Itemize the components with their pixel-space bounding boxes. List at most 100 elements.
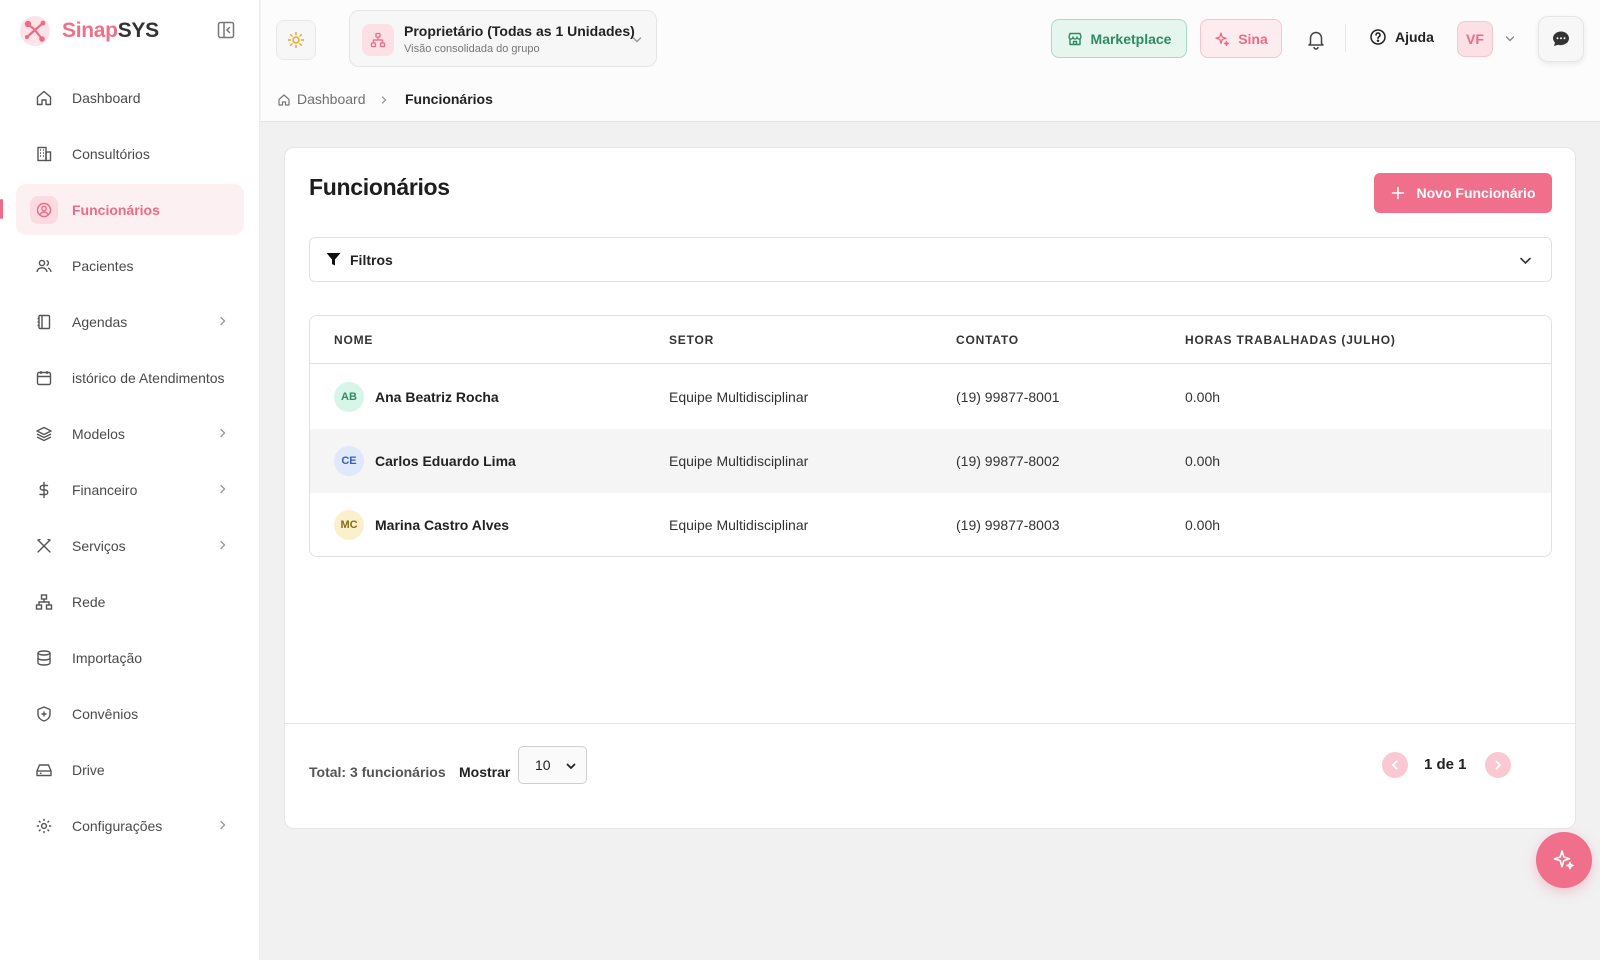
chevron-down-icon (566, 763, 576, 770)
chat-button[interactable] (1538, 16, 1584, 62)
marketplace-button[interactable]: Marketplace (1051, 19, 1187, 58)
help-label: Ajuda (1395, 29, 1434, 45)
page-title: Funcionários (309, 174, 450, 200)
sidebar-item-importacao[interactable]: Importação (16, 632, 244, 683)
sidebar-item-agendas[interactable]: Agendas (16, 296, 244, 347)
brand[interactable]: SinapSYS (18, 14, 159, 48)
ai-assistant-fab[interactable] (1536, 832, 1592, 888)
breadcrumb-current: Funcionários (405, 91, 493, 107)
sidebar-item-configuracoes[interactable]: Configurações (16, 800, 244, 851)
table-row[interactable]: CE Carlos Eduardo Lima Equipe Multidisci… (310, 429, 1551, 493)
column-header-contato[interactable]: CONTATO (956, 333, 1019, 347)
sidebar-item-dashboard[interactable]: Dashboard (16, 72, 244, 123)
brand-name: SinapSYS (62, 19, 159, 42)
sidebar-item-label: Consultórios (72, 145, 150, 162)
sidebar-item-modelos[interactable]: Modelos (16, 408, 244, 459)
employees-card: Funcionários Novo Funcionário Filtros NO… (284, 147, 1576, 829)
employee-avatar: MC (334, 510, 364, 540)
employee-avatar: AB (334, 382, 364, 412)
table-row[interactable]: MC Marina Castro Alves Equipe Multidisci… (310, 493, 1551, 556)
database-icon (30, 644, 58, 672)
employee-setor: Equipe Multidisciplinar (669, 389, 809, 405)
sidebar-item-financeiro[interactable]: Financeiro (16, 464, 244, 515)
help-circle-icon (1370, 29, 1386, 45)
sidebar-item-funcionarios[interactable]: Funcionários (0, 184, 244, 235)
sidebar-item-label: Configurações (72, 817, 163, 834)
chevron-right-icon (220, 428, 226, 438)
employee-setor: Equipe Multidisciplinar (669, 453, 809, 469)
card-footer: Total: 3 funcionários Mostrar 10 1 de 1 (285, 723, 1575, 829)
user-avatar[interactable]: VF (1457, 21, 1493, 57)
users-icon (30, 252, 58, 280)
sidebar-item-label: Financeiro (72, 481, 138, 498)
filters-accordion[interactable]: Filtros (309, 237, 1552, 282)
sina-label: Sina (1238, 30, 1268, 47)
sidebar-item-label: Rede (72, 593, 106, 610)
sidebar-item-label: Serviços (72, 537, 126, 554)
employee-name: Carlos Eduardo Lima (375, 453, 516, 469)
sidebar-collapse-icon[interactable] (216, 20, 236, 40)
per-page-value: 10 (535, 757, 551, 773)
filters-label: Filtros (350, 252, 393, 268)
sidebar-item-label: Dashboard (72, 89, 141, 106)
layers-icon (30, 420, 58, 448)
sidebar-item-label: Pacientes (72, 257, 134, 274)
topbar: Proprietário (Todas as 1 Unidades) Visão… (261, 0, 1600, 76)
employee-contato: (19) 99877-8003 (956, 517, 1060, 533)
column-header-nome[interactable]: NOME (334, 333, 373, 347)
sidebar-item-consultorios[interactable]: Consultórios (16, 128, 244, 179)
calendar-icon (30, 364, 58, 392)
employee-avatar: CE (334, 446, 364, 476)
table-row[interactable]: AB Ana Beatriz Rocha Equipe Multidiscipl… (310, 365, 1551, 429)
help-button[interactable]: Ajuda (1369, 28, 1434, 46)
organization-selector[interactable]: Proprietário (Todas as 1 Unidades) Visão… (349, 10, 657, 67)
home-icon (30, 84, 58, 112)
sidebar-item-label: Funcionários (72, 201, 160, 218)
column-header-setor[interactable]: SETOR (669, 333, 714, 347)
filter-icon (326, 253, 341, 266)
employee-setor: Equipe Multidisciplinar (669, 517, 809, 533)
employee-contato: (19) 99877-8002 (956, 453, 1060, 469)
total-count: Total: 3 funcionários (309, 764, 446, 780)
show-label: Mostrar (459, 764, 511, 780)
tools-icon (30, 532, 58, 560)
sidebar-item-pacientes[interactable]: Pacientes (16, 240, 244, 291)
user-circle-icon (30, 195, 58, 224)
sidebar-item-drive[interactable]: Drive (16, 744, 244, 795)
home-icon[interactable] (277, 93, 291, 107)
sidebar-item-label: Convênios (72, 705, 139, 722)
sidebar-item-label: istórico de Atendimentos (72, 369, 225, 386)
sidebar-item-convenios[interactable]: Convênios (16, 688, 244, 739)
sidebar-item-label: Agendas (72, 313, 128, 330)
per-page-select[interactable]: 10 (518, 746, 587, 784)
pagination-prev-button[interactable] (1382, 752, 1408, 778)
pagination-next-button[interactable] (1485, 752, 1511, 778)
new-employee-button[interactable]: Novo Funcionário (1374, 173, 1552, 213)
bell-icon[interactable] (1305, 28, 1327, 50)
marketplace-label: Marketplace (1090, 30, 1172, 47)
column-header-horas[interactable]: HORAS TRABALHADAS (JULHO) (1185, 333, 1396, 347)
theme-toggle-button[interactable] (276, 20, 316, 60)
active-indicator (0, 199, 3, 219)
table-header: NOME SETOR CONTATO HORAS TRABALHADAS (JU… (310, 316, 1551, 364)
chevron-right-icon (1495, 760, 1502, 770)
sidebar-item-rede[interactable]: Rede (16, 576, 244, 627)
employee-horas: 0.00h (1185, 389, 1221, 405)
org-subtitle: Visão consolidada do grupo (404, 43, 540, 55)
chevron-down-icon (632, 37, 642, 43)
sidebar-item-servicos[interactable]: Serviços (16, 520, 244, 571)
drive-icon (30, 756, 58, 784)
topbar-divider (1345, 24, 1346, 52)
sidebar-item-label: Drive (72, 761, 105, 778)
employee-contato: (19) 99877-8001 (956, 389, 1060, 405)
sidebar-item-label: Modelos (72, 425, 125, 442)
chevron-right-icon (220, 820, 226, 830)
user-menu-chevron-icon[interactable] (1503, 32, 1517, 46)
chevron-down-icon (1520, 257, 1531, 265)
sidebar-item-historico[interactable]: istórico de Atendimentos (16, 352, 244, 403)
sina-button[interactable]: Sina (1200, 19, 1282, 58)
sparkles-icon (1553, 850, 1574, 870)
employee-horas: 0.00h (1185, 453, 1221, 469)
sparkles-icon (1215, 31, 1230, 46)
breadcrumb-dashboard-link[interactable]: Dashboard (297, 91, 366, 107)
